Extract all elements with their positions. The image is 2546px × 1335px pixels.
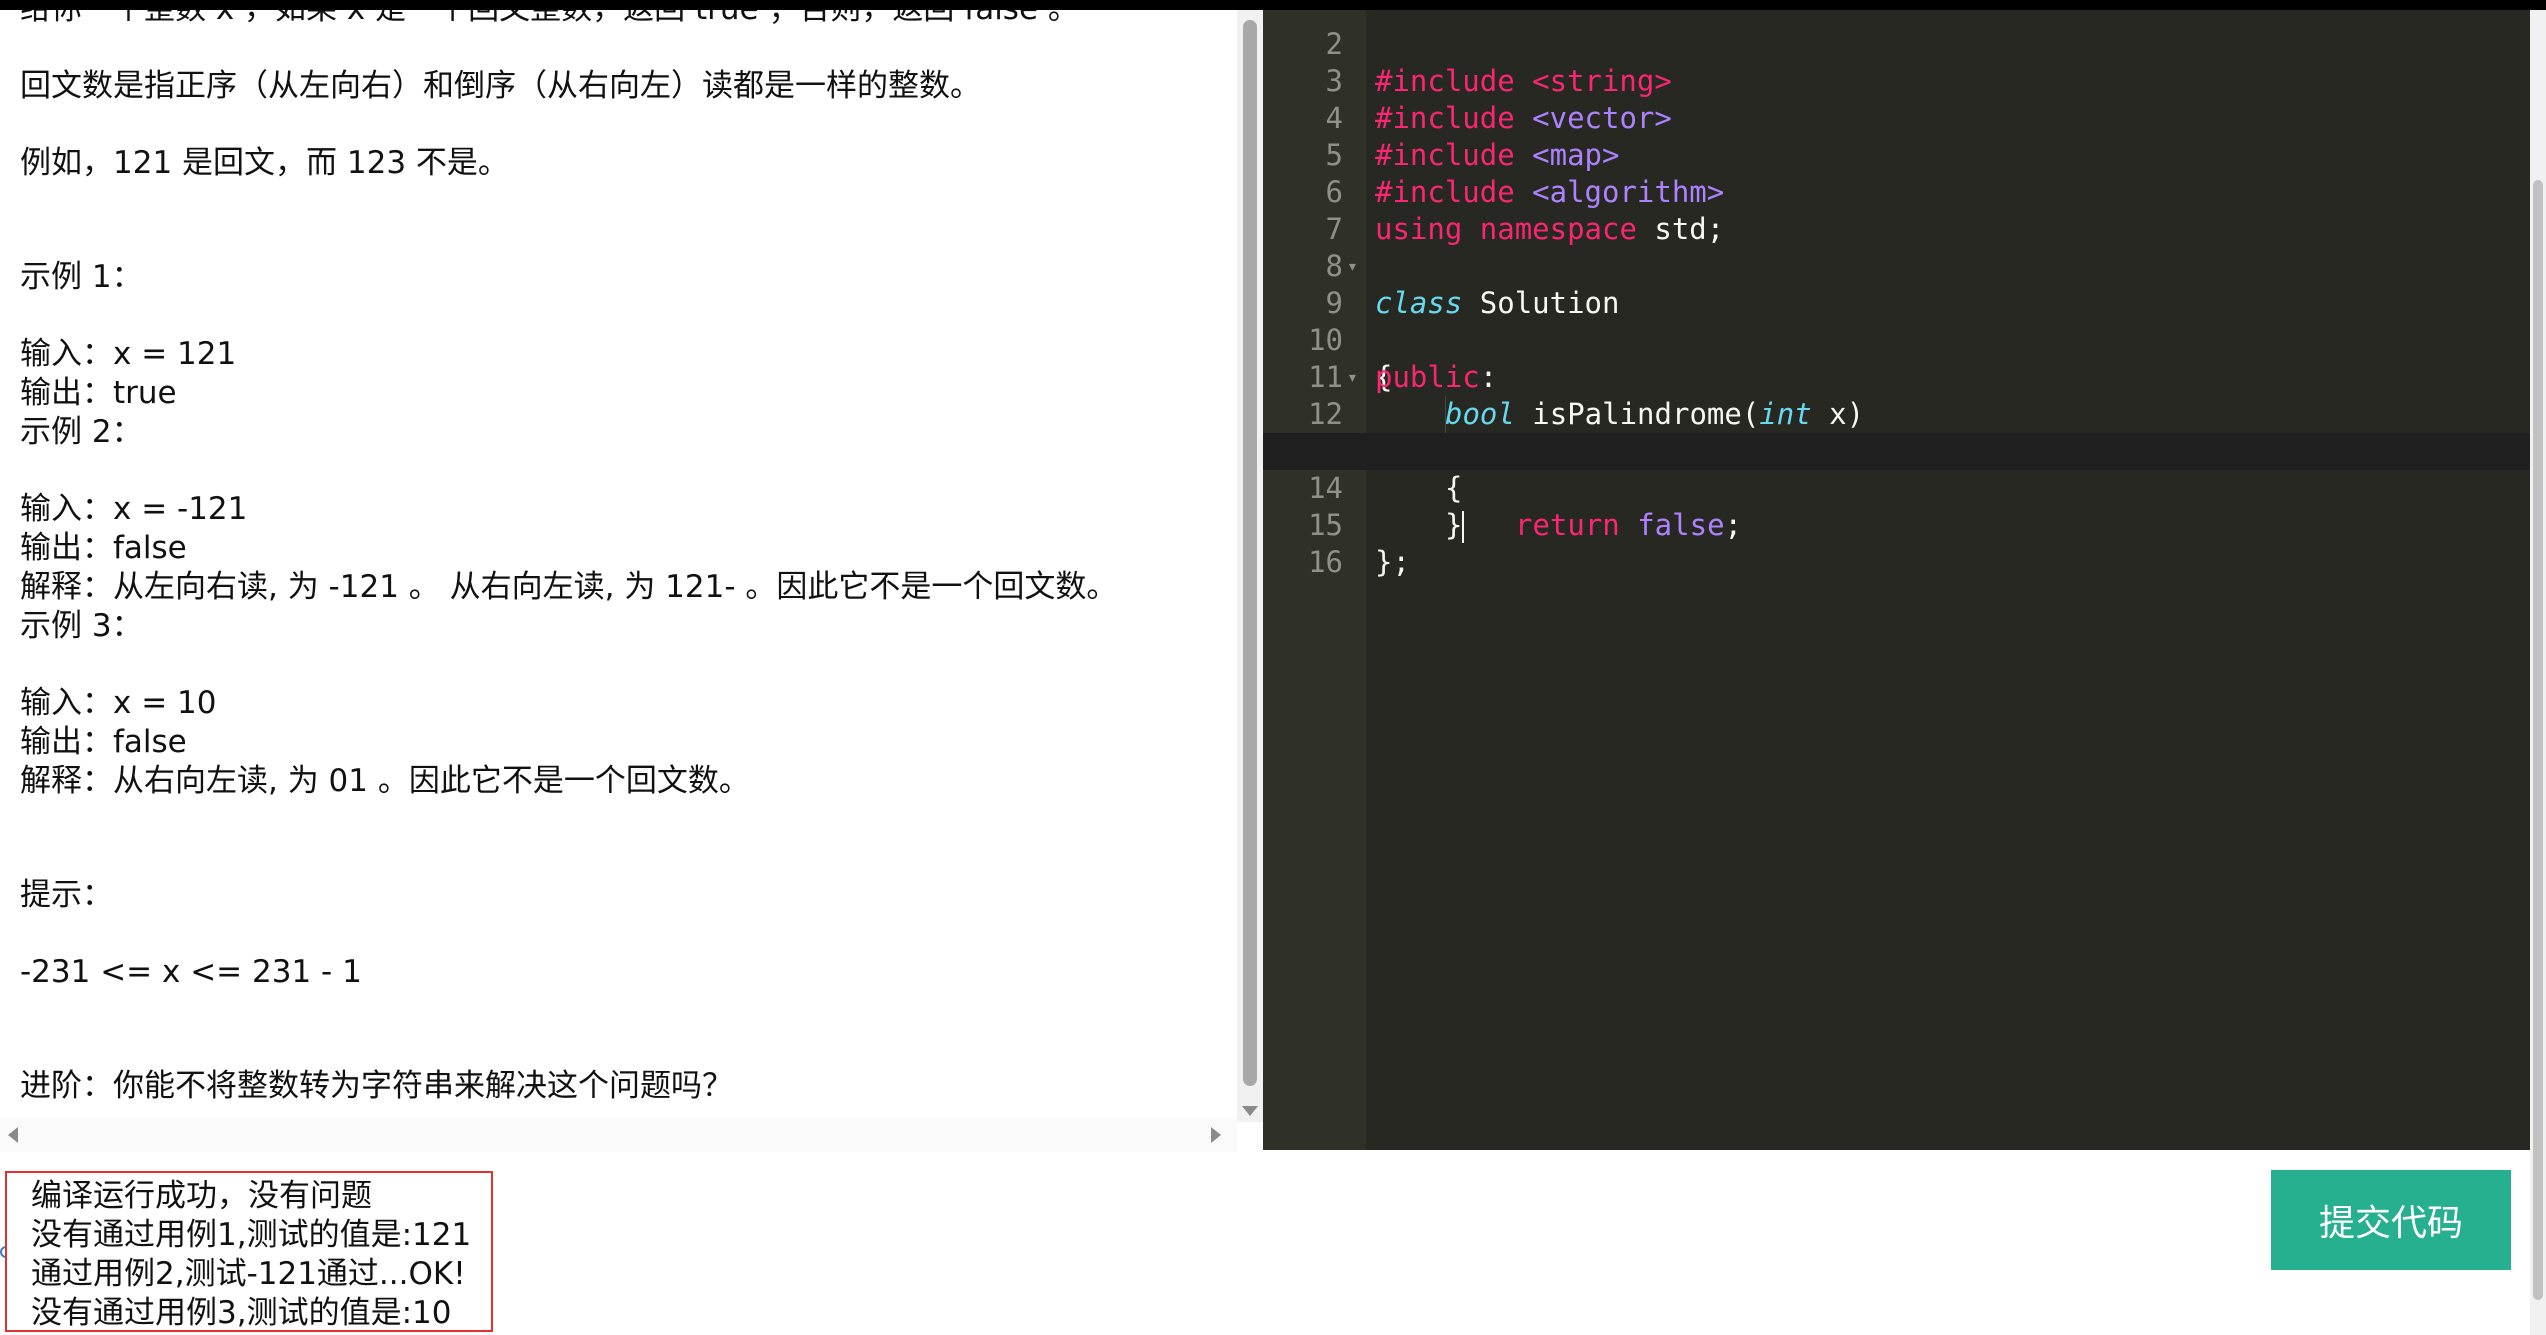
code-line[interactable]: 10 public: xyxy=(1263,285,2530,394)
code-line[interactable]: 5 #include <algorithm> xyxy=(1263,100,2530,209)
problem-line: -231 <= x <= 231 - 1 xyxy=(20,954,362,990)
scroll-down-arrow-icon[interactable] xyxy=(1242,1106,1258,1116)
result-line: 没有通过用例1,测试的值是:121 xyxy=(31,1217,472,1253)
problem-line: 输出：false xyxy=(20,724,187,760)
code-line[interactable]: 8 class Solution xyxy=(1263,211,2530,320)
code-editor[interactable]: 2 #include <string> 3 #include <vector> … xyxy=(1263,10,2530,1150)
problem-horizontal-scrollbar[interactable] xyxy=(0,1118,1237,1152)
follow-up-line: 进阶：你能不将整数转为字符串来解决这个问题吗？ xyxy=(20,1068,733,1104)
result-line: 编译运行成功，没有问题 xyxy=(31,1178,372,1214)
code-line[interactable]: 12 ▾ { xyxy=(1263,359,2530,505)
page-scrollbar-thumb[interactable] xyxy=(2533,180,2543,1300)
result-line: 通过用例2,测试-121通过...OK! xyxy=(31,1256,466,1292)
code-line-active[interactable]: 14 } xyxy=(1263,433,2530,543)
result-line: 没有通过用例3,测试的值是:10 xyxy=(31,1295,452,1331)
scroll-right-arrow-icon[interactable] xyxy=(1211,1127,1221,1143)
example-heading: 示例 2： xyxy=(20,414,143,450)
run-result-panel: 编译运行成功，没有问题 没有通过用例1,测试的值是:121 通过用例2,测试-1… xyxy=(5,1171,493,1332)
line-number: 16 xyxy=(1308,545,1343,579)
hint-heading: 提示： xyxy=(20,877,113,913)
code-line[interactable]: 3 #include <vector> xyxy=(1263,26,2530,135)
problem-vertical-scrollbar[interactable] xyxy=(1237,10,1263,1122)
problem-line: 输入：x = 121 xyxy=(20,336,237,372)
problem-line: 给你一个整数 x ，如果 x 是一个回文整数，返回 true ；否则，返回 fa… xyxy=(20,10,1220,29)
code-line[interactable]: 16 xyxy=(1263,507,2530,579)
problem-line: 例如，121 是回文，而 123 不是。 xyxy=(20,145,509,181)
fold-arrow-icon[interactable]: ▾ xyxy=(1347,248,1358,285)
code-line[interactable]: 13 return false; xyxy=(1263,396,2530,542)
problem-line: 输入：x = 10 xyxy=(20,685,217,721)
code-line[interactable]: 15 }; xyxy=(1263,470,2530,579)
example-heading: 示例 1： xyxy=(20,259,143,295)
problem-line: 输出：true xyxy=(20,375,177,411)
problem-line: 解释：从左向右读, 为 -121 。 从右向左读, 为 121- 。因此它不是一… xyxy=(20,569,1118,605)
code-line[interactable]: 2 #include <string> xyxy=(1263,10,2530,98)
fold-arrow-icon[interactable]: ▾ xyxy=(1347,359,1358,396)
problem-line: 输出：false xyxy=(20,530,187,566)
example-heading: 示例 3： xyxy=(20,608,143,644)
code-line[interactable]: 6 using namespace std; xyxy=(1263,137,2530,246)
page-vertical-scrollbar[interactable] xyxy=(2530,10,2546,1335)
problem-line: 回文数是指正序（从左向右）和倒序（从右向左）读都是一样的整数。 xyxy=(20,68,981,104)
problem-line: 解释：从右向左读, 为 01 。因此它不是一个回文数。 xyxy=(20,763,750,799)
problem-line: 输入：x = -121 xyxy=(20,491,248,527)
top-bar xyxy=(0,0,2546,10)
code-line[interactable]: 11 bool isPalindrome(int x) xyxy=(1263,322,2530,431)
submit-code-button[interactable]: 提交代码 xyxy=(2271,1170,2511,1270)
code-line[interactable]: 9 ▾ { xyxy=(1263,248,2530,394)
scroll-left-arrow-icon[interactable] xyxy=(8,1127,18,1143)
code-line[interactable]: 7 xyxy=(1263,174,2530,246)
scrollbar-thumb[interactable] xyxy=(1243,20,1257,1086)
code-line[interactable]: 4 #include <map> xyxy=(1263,63,2530,172)
problem-description-panel: 给你一个整数 x ，如果 x 是一个回文整数，返回 true ；否则，返回 fa… xyxy=(0,10,1237,1122)
